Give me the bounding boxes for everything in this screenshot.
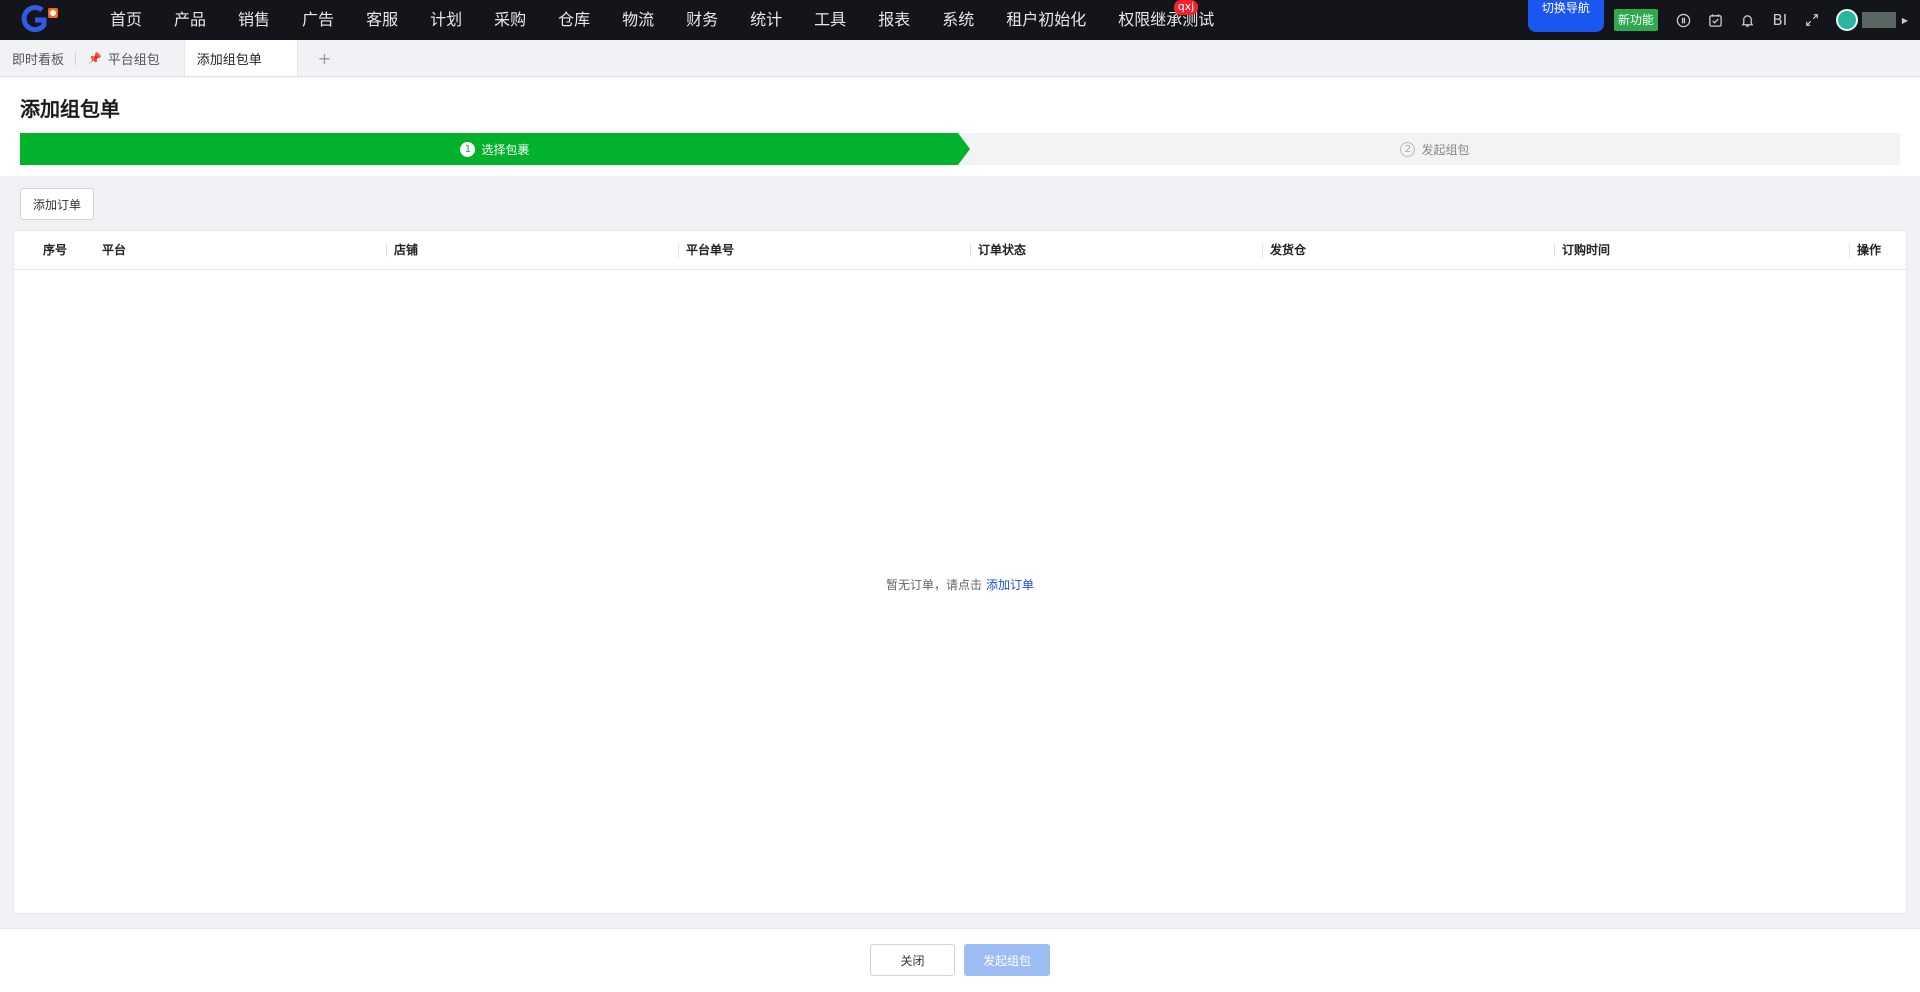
logo[interactable] (16, 0, 64, 40)
tab-platform-package[interactable]: 📌 平台组包 (76, 40, 172, 76)
column-header: 平台 (102, 243, 127, 257)
caret-down-icon[interactable]: ▶ (1902, 16, 1908, 25)
empty-add-order-link[interactable]: 添加订单 (986, 578, 1034, 592)
nav-permission-test[interactable]: 权限继承测试 qxj (1102, 0, 1230, 40)
column-header: 订购时间 (1553, 231, 1610, 270)
table-header: 序号 平台 店铺 平台单号 订单状态 发货仓 订购时间 操作 (14, 231, 1906, 270)
nav-plan[interactable]: 计划 (414, 0, 478, 40)
calendar-check-icon[interactable] (1700, 0, 1732, 40)
column-header: 发货仓 (1261, 231, 1306, 270)
nav-ads[interactable]: 广告 (286, 0, 350, 40)
avatar[interactable] (1835, 9, 1858, 31)
nav-right-tools: 切换导航 新功能 BI ▶ (1527, 0, 1920, 40)
column-header: 序号 (43, 243, 68, 257)
step-select-package: 1 选择包裹 (20, 133, 970, 165)
pin-icon[interactable]: 📌 (88, 52, 102, 65)
page-tabs: 即时看板 📌 平台组包 添加组包单 + (0, 40, 1920, 77)
nav-system[interactable]: 系统 (926, 0, 990, 40)
switch-nav-button[interactable]: 切换导航 (1527, 0, 1604, 32)
add-order-button[interactable]: 添加订单 (20, 188, 94, 220)
close-button[interactable]: 关闭 (870, 944, 955, 976)
step-label: 发起组包 (1421, 142, 1470, 157)
column-header: 店铺 (385, 231, 418, 270)
orders-table: 序号 平台 店铺 平台单号 订单状态 发货仓 订购时间 操作 暂无订单，请点击添… (13, 230, 1907, 914)
help-icon[interactable] (1668, 0, 1700, 40)
nav-logistics[interactable]: 物流 (606, 0, 670, 40)
tab-add-package-order[interactable]: 添加组包单 (183, 40, 298, 76)
nav-badge: qxj (1173, 0, 1199, 15)
main-menu: 首页 产品 销售 广告 客服 计划 采购 仓库 物流 财务 统计 工具 报表 系… (94, 0, 1230, 40)
tab-dashboard[interactable]: 即时看板 (0, 40, 77, 76)
nav-customer-service[interactable]: 客服 (350, 0, 414, 40)
nav-permission-test-label: 权限继承测试 (1118, 10, 1215, 29)
top-nav: 首页 产品 销售 广告 客服 计划 采购 仓库 物流 财务 统计 工具 报表 系… (0, 0, 1920, 40)
nav-warehouse[interactable]: 仓库 (542, 0, 606, 40)
column-header: 订单状态 (969, 231, 1026, 270)
footer-actions: 关闭 发起组包 (0, 928, 1920, 992)
nav-purchase[interactable]: 采购 (478, 0, 542, 40)
nav-finance[interactable]: 财务 (670, 0, 734, 40)
nav-tenant-init[interactable]: 租户初始化 (990, 0, 1102, 40)
nav-reports[interactable]: 报表 (862, 0, 926, 40)
nav-product[interactable]: 产品 (158, 0, 222, 40)
page-title: 添加组包单 (20, 97, 120, 121)
step-number: 1 (460, 141, 476, 157)
tab-platform-package-label: 平台组包 (107, 52, 160, 68)
nav-tools[interactable]: 工具 (798, 0, 862, 40)
bell-icon[interactable] (1732, 0, 1764, 40)
nav-statistics[interactable]: 统计 (734, 0, 798, 40)
add-tab-icon[interactable]: + (298, 40, 351, 76)
step-label: 选择包裹 (481, 142, 530, 157)
new-feature-button[interactable]: 新功能 (1613, 9, 1658, 31)
step-initiate-package: 2 发起组包 (970, 133, 1900, 165)
fullscreen-icon[interactable] (1796, 0, 1828, 40)
bi-button[interactable]: BI (1764, 0, 1796, 40)
empty-state: 暂无订单，请点击 添加订单 (14, 576, 1906, 593)
column-header: 操作 (1848, 231, 1881, 270)
initiate-package-button[interactable]: 发起组包 (964, 944, 1050, 976)
steps-bar: 1 选择包裹 2 发起组包 (20, 133, 1900, 165)
username-block[interactable] (1861, 12, 1896, 28)
step-number: 2 (1400, 141, 1416, 157)
empty-text: 暂无订单，请点击 (885, 578, 982, 592)
column-header: 平台单号 (677, 231, 734, 270)
page-header: 添加组包单 1 选择包裹 2 发起组包 (0, 78, 1920, 176)
nav-sales[interactable]: 销售 (222, 0, 286, 40)
nav-home[interactable]: 首页 (94, 0, 158, 40)
